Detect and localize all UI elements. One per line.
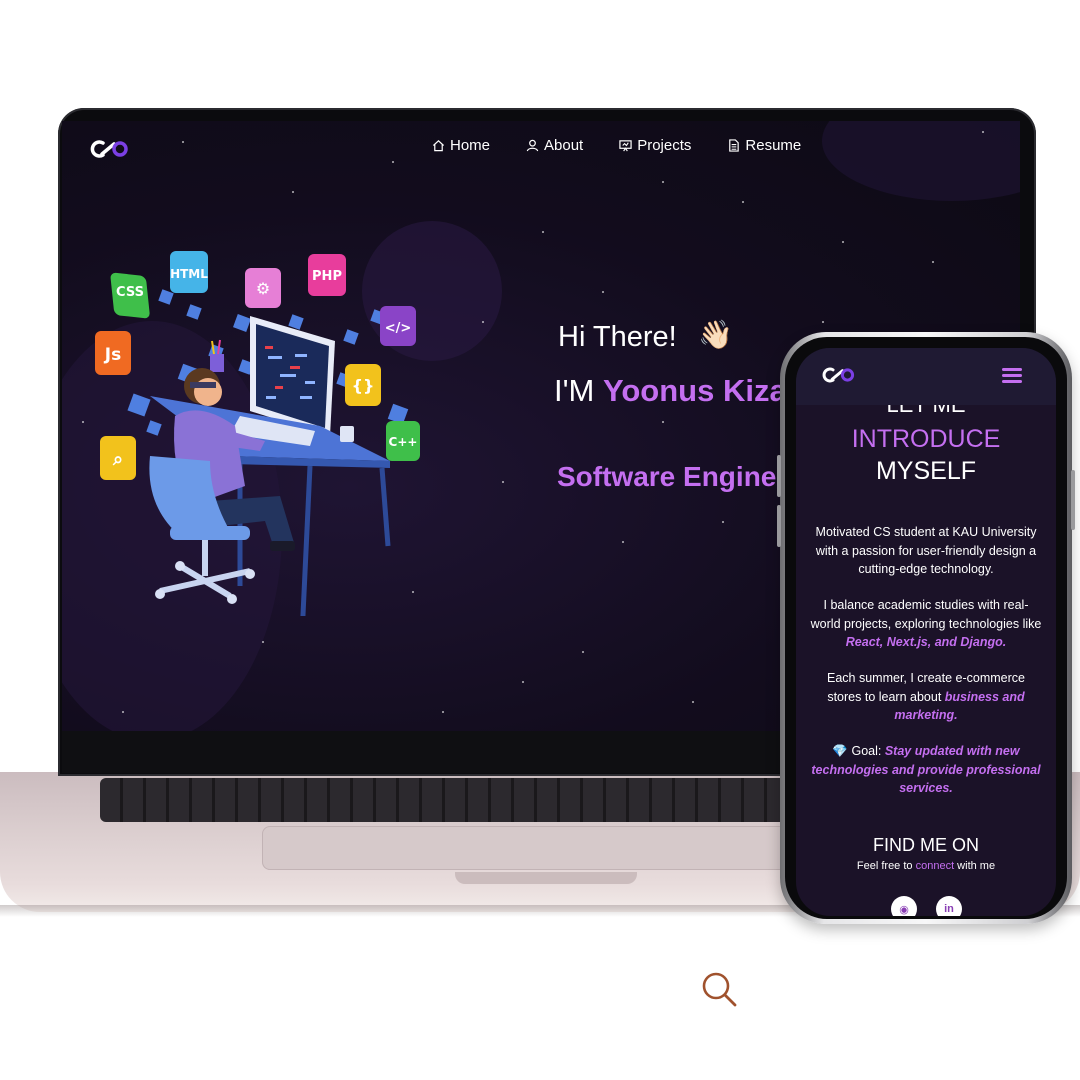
svg-text:HTML: HTML	[170, 267, 208, 281]
star	[722, 521, 724, 523]
nav-home[interactable]: Home	[432, 137, 490, 154]
nav-home-label: Home	[450, 137, 491, 154]
star	[982, 131, 984, 133]
star	[442, 711, 444, 713]
phone-volume-button	[777, 505, 781, 547]
laptop-keyboard	[100, 778, 800, 822]
find-me-subtitle: Feel free to connect with me	[796, 860, 1056, 872]
hero-im: I'M	[554, 373, 603, 408]
github-icon[interactable]: ◉	[891, 896, 917, 916]
star	[542, 231, 544, 233]
svg-text:PHP: PHP	[312, 269, 342, 284]
hamburger-menu-icon[interactable]	[1002, 368, 1022, 384]
site-logo[interactable]	[822, 366, 856, 384]
star	[292, 191, 294, 193]
star	[622, 541, 624, 543]
svg-text:Js: Js	[104, 345, 121, 365]
star	[582, 651, 584, 653]
svg-text:{}: {}	[352, 376, 375, 395]
svg-text:⌕: ⌕	[112, 449, 123, 470]
about-title-line2: INTRODUCE	[851, 425, 1001, 453]
find-sub-text: with me	[954, 860, 996, 872]
star	[662, 421, 664, 423]
gem-icon: 💎	[832, 744, 848, 758]
phone-power-button	[1071, 470, 1075, 530]
laptop-notch	[455, 872, 637, 884]
star	[662, 181, 664, 183]
hero-role: Software Enginee	[557, 461, 792, 492]
nav-about[interactable]: About	[526, 137, 583, 154]
svg-text:CSS: CSS	[116, 285, 144, 300]
about-title-line3: MYSELF	[875, 457, 977, 485]
star	[822, 321, 824, 323]
wave-emoji: 👋🏻	[698, 319, 733, 350]
presentation-icon	[619, 140, 632, 152]
about-paragraph-2-highlight: React, Next.js, and Django.	[845, 635, 1007, 649]
nav-about-label: About	[544, 137, 584, 154]
developer-illustration: CSS HTML ⚙ PHP </> Js {} C++ ⌕	[95, 251, 420, 616]
about-paragraph-2: I balance academic studies with real-wor…	[810, 596, 1042, 652]
find-sub-text: Feel free to	[856, 860, 916, 872]
star	[602, 291, 604, 293]
hero-name: Yoonus Kiza	[602, 373, 787, 408]
star	[522, 681, 524, 683]
phone-header	[796, 348, 1056, 405]
about-paragraph-3: Each summer, I create e-commerce stores …	[810, 669, 1042, 725]
search-icon[interactable]	[700, 970, 738, 1008]
find-me-title: FIND ME ON	[873, 835, 979, 855]
star	[182, 141, 184, 143]
user-icon	[526, 139, 539, 152]
nav-resume-label: Resume	[745, 137, 802, 154]
svg-text:</>: </>	[385, 321, 412, 336]
star	[842, 241, 844, 243]
goal-label: Goal:	[848, 744, 885, 758]
phone-screen: LET ME INTRODUCE MYSELF Motivated CS stu…	[796, 348, 1056, 916]
about-paragraph-1: Motivated CS student at KAU University w…	[815, 525, 1037, 576]
document-icon	[729, 139, 740, 152]
star	[392, 161, 394, 163]
laptop-trackpad	[262, 826, 792, 870]
star	[262, 641, 264, 643]
nav-projects[interactable]: Projects	[619, 137, 691, 154]
phone-volume-button	[777, 455, 781, 497]
bg-blob	[822, 121, 1020, 201]
star	[932, 261, 934, 263]
svg-text:⚙: ⚙	[256, 279, 270, 298]
star	[482, 321, 484, 323]
linkedin-icon[interactable]: in	[936, 896, 962, 916]
connect-link[interactable]: connect	[916, 860, 955, 872]
home-icon	[432, 140, 445, 152]
hero-greeting: Hi There!	[558, 321, 677, 353]
svg-text:C++: C++	[389, 435, 418, 449]
nav-projects-label: Projects	[637, 137, 692, 154]
about-paragraph-2-text: I balance academic studies with real-wor…	[810, 598, 1042, 631]
site-logo[interactable]	[90, 139, 130, 159]
star	[692, 701, 694, 703]
star	[742, 201, 744, 203]
nav-resume[interactable]: Resume	[727, 137, 801, 154]
star	[122, 711, 124, 713]
star	[502, 481, 504, 483]
star	[82, 421, 84, 423]
about-paragraph-4: 💎 Goal: Stay updated with new technologi…	[810, 742, 1042, 798]
top-nav: Home About Projects Resume	[432, 137, 801, 154]
hero-name-line: I'M Yoonus Kiza	[554, 373, 787, 409]
